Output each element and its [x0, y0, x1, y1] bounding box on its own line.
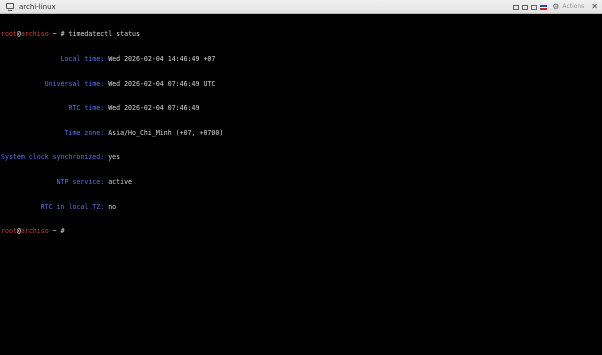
command-text: timedatectl status	[68, 30, 140, 39]
row-label: Time zone:	[1, 128, 105, 137]
output-row-local-time: Local time: Wed 2026-02-04 14:46:49 +07	[1, 55, 601, 63]
row-label: RTC time:	[1, 104, 105, 113]
output-row-rtc-local-tz: RTC in local TZ: no	[1, 203, 601, 211]
row-value: Wed 2026-02-04 07:46:49	[104, 104, 200, 113]
prompt-symbol: ~ #	[48, 30, 69, 39]
output-row-clock-synchronized: System clock synchronized: yes	[1, 153, 601, 161]
fullscreen-icon[interactable]	[531, 4, 538, 10]
gear-icon[interactable]: ⚙	[552, 2, 559, 12]
title-bar-toolbar: ⚙ Actions ✕	[513, 2, 598, 12]
row-label: System clock synchronized:	[1, 153, 105, 162]
prompt-user: root	[1, 30, 17, 39]
window-title: archi-linux	[19, 3, 56, 11]
actions-menu-button[interactable]: Actions	[562, 2, 584, 12]
prompt-symbol: ~ #	[48, 227, 69, 236]
close-icon[interactable]: ✕	[591, 2, 598, 12]
row-label: RTC in local TZ:	[1, 202, 105, 211]
keyboard-flag-icon[interactable]	[540, 4, 548, 10]
output-row-time-zone: Time zone: Asia/Ho_Chi_Minh (+07, +0700)	[1, 129, 601, 137]
output-row-rtc-time: RTC time: Wed 2026-02-04 07:46:49	[1, 104, 601, 112]
title-bar: archi-linux ⚙ Actions ✕	[0, 0, 602, 14]
terminal-output[interactable]: root@archiso ~ # timedatectl status Loca…	[1, 14, 601, 354]
screenshot-icon[interactable]	[522, 4, 529, 10]
prompt-user: root	[1, 227, 17, 236]
prompt-host: archiso	[20, 227, 49, 236]
prompt-line: root@archiso ~ # timedatectl status	[1, 30, 601, 38]
row-value: no	[104, 202, 117, 211]
row-label: Local time:	[1, 55, 105, 63]
output-row-ntp-service: NTP service: active	[1, 178, 601, 186]
row-value: yes	[104, 153, 121, 162]
ctrl-alt-del-icon[interactable]	[513, 4, 520, 10]
row-label: NTP service:	[1, 177, 105, 186]
row-value: active	[104, 177, 133, 186]
output-row-universal-time: Universal time: Wed 2026-02-04 07:46:49 …	[1, 80, 601, 88]
row-value: Asia/Ho_Chi_Minh (+07, +0700)	[104, 128, 224, 137]
vm-console-window: archi-linux ⚙ Actions ✕ root@archiso ~ #…	[0, 0, 602, 355]
prompt-line: root@archiso ~ #	[1, 227, 601, 235]
row-value: Wed 2026-02-04 07:46:49 UTC	[104, 79, 216, 88]
row-value: Wed 2026-02-04 14:46:49 +07	[104, 55, 216, 63]
prompt-host: archiso	[20, 30, 49, 39]
cursor	[69, 227, 73, 234]
vm-icon	[6, 3, 14, 11]
row-label: Universal time:	[1, 79, 105, 88]
